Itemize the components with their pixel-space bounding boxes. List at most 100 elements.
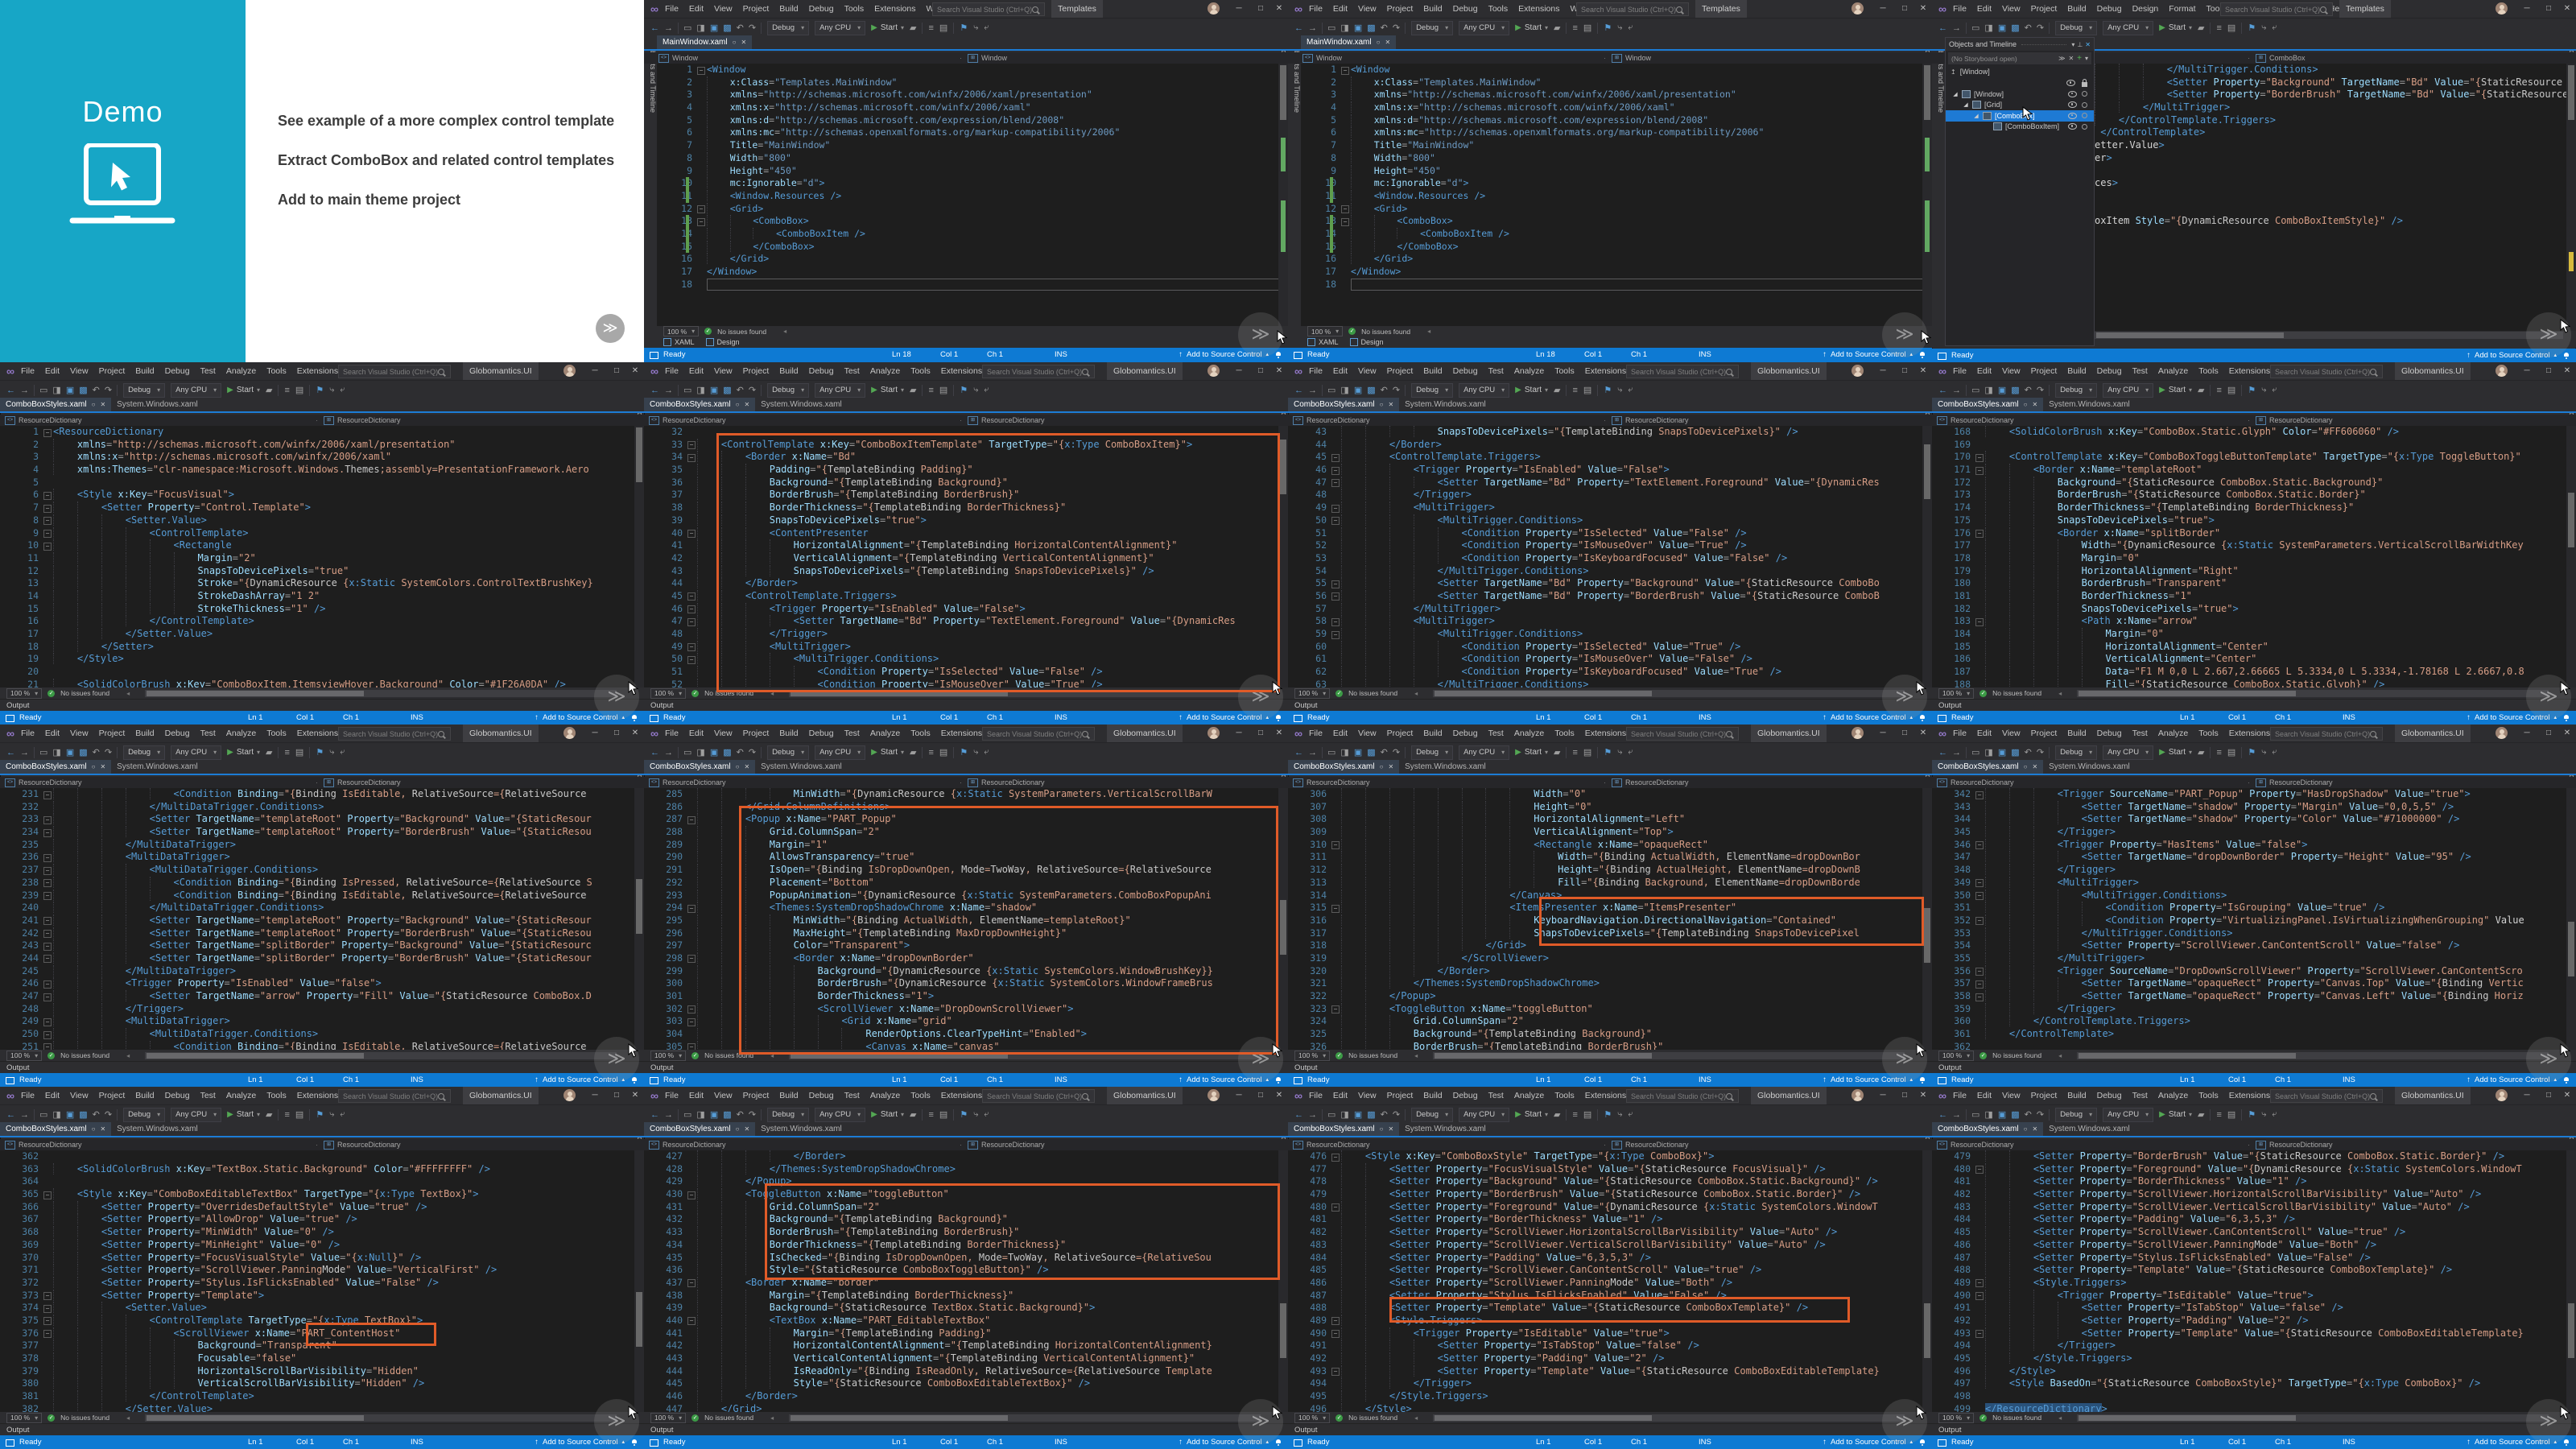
- account-avatar[interactable]: [1208, 2, 1220, 14]
- menu-file[interactable]: File: [1309, 1091, 1323, 1100]
- output-panel-header[interactable]: Output: [1288, 699, 1932, 712]
- scroll-left-icon[interactable]: ◂: [1414, 1414, 1418, 1422]
- save-icon[interactable]: ▣: [710, 747, 718, 758]
- objects-timeline-dock-tab[interactable]: Objects and Timeline: [1288, 37, 1301, 348]
- menu-analyze[interactable]: Analyze: [226, 1091, 256, 1100]
- comment-icon[interactable]: ▤: [2227, 1109, 2235, 1120]
- document-tab[interactable]: ComboBoxStyles.xaml ○ ✕: [1932, 1122, 2044, 1136]
- tab-xaml[interactable]: XAML: [663, 338, 695, 346]
- menu-analyze[interactable]: Analyze: [2158, 1091, 2188, 1100]
- new-file-icon[interactable]: ▭: [39, 1109, 47, 1120]
- save-icon[interactable]: ▣: [710, 23, 718, 33]
- menu-project[interactable]: Project: [743, 4, 770, 14]
- code-editor[interactable]: 476− <Style x:Key="ComboBoxStyle" Target…: [1288, 1150, 1932, 1412]
- open-file-icon[interactable]: ◨: [1340, 747, 1348, 758]
- fold-marker-icon[interactable]: −: [1975, 791, 1984, 799]
- breadcrumb-left[interactable]: <> ResourceDictionary: [1293, 415, 1370, 425]
- start-debugging-button[interactable]: ▶ Start ▾: [2159, 748, 2192, 757]
- maximize-button[interactable]: □: [608, 362, 625, 380]
- account-avatar[interactable]: [1852, 2, 1864, 14]
- platform-dropdown[interactable]: Any CPU ▾: [171, 1107, 222, 1122]
- hot-reload-icon[interactable]: ▰: [1554, 1109, 1560, 1120]
- menu-analyze[interactable]: Analyze: [870, 1091, 900, 1100]
- new-file-icon[interactable]: ▭: [683, 23, 691, 33]
- project-name-label[interactable]: Templates: [1695, 0, 1747, 18]
- eye-icon[interactable]: [2068, 123, 2077, 130]
- menu-edit[interactable]: Edit: [1333, 366, 1348, 376]
- fold-marker-icon[interactable]: −: [1331, 1153, 1340, 1162]
- project-name-label[interactable]: Globomantics.UI: [1751, 362, 1827, 380]
- tab-design[interactable]: Design: [1349, 338, 1384, 346]
- save-icon[interactable]: ▣: [1354, 747, 1362, 758]
- vertical-scrollbar[interactable]: [1922, 64, 1932, 326]
- document-tab[interactable]: System.Windows.xaml: [111, 398, 204, 411]
- configuration-dropdown[interactable]: Debug ▾: [2055, 382, 2098, 398]
- comment-icon[interactable]: ▤: [939, 23, 947, 33]
- bookmark-icon[interactable]: ⚑: [316, 1109, 324, 1120]
- horizontal-scrollbar[interactable]: [2095, 332, 2563, 339]
- horizontal-scrollbar[interactable]: [789, 1414, 1261, 1422]
- menu-file[interactable]: File: [665, 4, 679, 14]
- minimize-button[interactable]: ─: [1874, 0, 1892, 18]
- fold-marker-icon[interactable]: −: [697, 205, 705, 214]
- new-file-icon[interactable]: ▭: [1327, 23, 1335, 33]
- fold-marker-icon[interactable]: −: [43, 993, 52, 1001]
- code-editor[interactable]: 43 SnapsToDevicePixels="{TemplateBinding…: [1288, 426, 1932, 687]
- fold-marker-icon[interactable]: −: [687, 643, 696, 652]
- maximize-button[interactable]: □: [2540, 362, 2557, 380]
- menu-project[interactable]: Project: [743, 1091, 770, 1100]
- fold-marker-icon[interactable]: −: [1975, 968, 1984, 976]
- navigate-back-icon[interactable]: ←: [1938, 386, 1947, 395]
- fold-marker-icon[interactable]: −: [687, 530, 696, 538]
- undo-icon[interactable]: ↶: [1381, 23, 1388, 33]
- account-avatar[interactable]: [564, 727, 576, 739]
- notification-bell-icon[interactable]: [1919, 715, 1926, 721]
- document-tab[interactable]: ComboBoxStyles.xaml ○ ✕: [0, 760, 112, 774]
- project-name-label[interactable]: Globomantics.UI: [2395, 724, 2471, 742]
- menu-tools[interactable]: Tools: [266, 1091, 287, 1100]
- menu-view[interactable]: View: [2002, 729, 2021, 738]
- document-tab[interactable]: System.Windows.xaml: [755, 398, 848, 411]
- document-tab[interactable]: System.Windows.xaml: [2043, 760, 2136, 774]
- open-file-icon[interactable]: ◨: [1340, 385, 1348, 395]
- hscrollbar-thumb[interactable]: [791, 1414, 1008, 1421]
- open-file-icon[interactable]: ◨: [52, 385, 60, 395]
- menu-test[interactable]: Test: [2132, 729, 2148, 738]
- search-box[interactable]: Search Visual Studio (Ctrl+Q): [1626, 1089, 1739, 1103]
- start-debugging-button[interactable]: ▶ Start ▾: [871, 1110, 904, 1119]
- tree-item-window[interactable]: ◢ [Window]: [1946, 89, 2094, 100]
- menu-extensions[interactable]: Extensions: [874, 4, 915, 14]
- menu-tools[interactable]: Tools: [1554, 729, 1575, 738]
- menu-view[interactable]: View: [2002, 366, 2021, 376]
- tab-close-icon[interactable]: ✕: [744, 763, 749, 770]
- scroll-left-icon[interactable]: ◂: [126, 690, 130, 697]
- breadcrumb-right[interactable]: ⊞ ComboBox: [2256, 53, 2306, 63]
- fold-marker-icon[interactable]: −: [43, 1304, 52, 1313]
- fold-marker-icon[interactable]: −: [1331, 1368, 1340, 1377]
- new-file-icon[interactable]: ▭: [1971, 23, 1979, 33]
- menu-project[interactable]: Project: [743, 729, 770, 738]
- project-name-label[interactable]: Globomantics.UI: [1751, 1087, 1827, 1104]
- document-tab[interactable]: System.Windows.xaml: [111, 760, 204, 774]
- breadcrumb-left[interactable]: <> ResourceDictionary: [649, 415, 726, 425]
- tab-close-icon[interactable]: ✕: [1388, 763, 1393, 770]
- objects-timeline-dock-tab[interactable]: Objects and Timeline: [1932, 37, 1945, 348]
- hot-reload-icon[interactable]: ▰: [1554, 23, 1560, 33]
- fold-marker-icon[interactable]: −: [687, 1191, 696, 1199]
- platform-dropdown[interactable]: Any CPU ▾: [2103, 382, 2154, 398]
- menu-debug[interactable]: Debug: [809, 729, 834, 738]
- save-all-icon[interactable]: ▩: [1367, 23, 1375, 33]
- document-tab[interactable]: ComboBoxStyles.xaml ○ ✕: [1932, 398, 2044, 411]
- vertical-scrollbar[interactable]: [1922, 1150, 1932, 1412]
- project-name-label[interactable]: Globomantics.UI: [1751, 724, 1827, 742]
- indent-icon[interactable]: ≡: [1572, 386, 1577, 395]
- expander-icon[interactable]: ◢: [1963, 101, 1969, 108]
- minimize-button[interactable]: ─: [1874, 724, 1892, 742]
- account-avatar[interactable]: [564, 365, 576, 377]
- menu-test[interactable]: Test: [1488, 1091, 1504, 1100]
- maximize-button[interactable]: □: [1252, 0, 1269, 18]
- tree-item-grid[interactable]: ◢ [Grid]: [1946, 100, 2094, 111]
- document-tab[interactable]: ComboBoxStyles.xaml ○ ✕: [1932, 760, 2044, 774]
- save-icon[interactable]: ▣: [710, 1109, 718, 1120]
- menu-test[interactable]: Test: [2132, 366, 2148, 376]
